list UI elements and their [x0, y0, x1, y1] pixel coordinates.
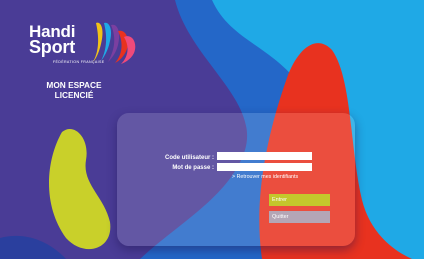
forgot-credentials-link[interactable]: > Retrouver mes identifiants — [232, 174, 298, 181]
password-label: Mot de passe : — [172, 165, 214, 171]
username-input[interactable] — [217, 152, 312, 160]
page-title-line2: LICENCIÉ — [54, 89, 94, 100]
page-title: MON ESPACE LICENCIÉ — [29, 80, 119, 100]
password-input[interactable] — [217, 163, 312, 171]
login-screen: Handi Sport FÉDÉRATION FRANÇAISE MON ESP… — [0, 0, 424, 259]
quit-button[interactable]: Quitter — [269, 211, 330, 223]
handisport-logo: Handi Sport FÉDÉRATION FRANÇAISE — [25, 19, 155, 77]
username-label: Code utilisateur : — [164, 155, 214, 161]
logo-swoosh-icon — [93, 22, 136, 64]
enter-button[interactable]: Entrer — [269, 194, 330, 206]
logo-subtitle: FÉDÉRATION FRANÇAISE — [53, 60, 105, 64]
logo-word-sport: Sport — [29, 37, 75, 57]
